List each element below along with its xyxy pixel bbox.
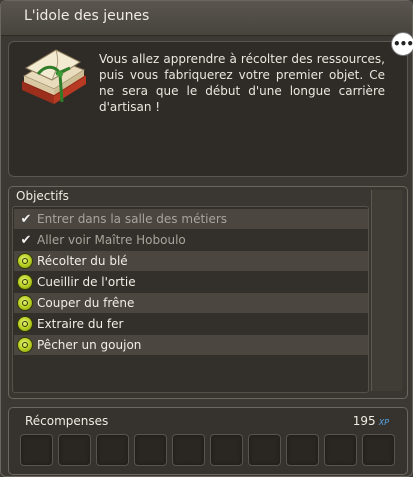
title-bar[interactable]: L'idole des jeunes [1, 1, 412, 36]
objective-label: Aller voir Maître Hoboulo [37, 233, 186, 247]
reward-slot[interactable] [210, 434, 243, 466]
objective-label: Entrer dans la salle des métiers [37, 212, 228, 226]
xp-reward: 195 XP [353, 414, 389, 428]
objective-row[interactable]: Cueillir de l'ortie [14, 272, 368, 292]
reward-slot[interactable] [286, 434, 319, 466]
xp-value: 195 [352, 414, 376, 428]
reward-slot[interactable] [324, 434, 357, 466]
objectives-scrollbar[interactable] [371, 190, 402, 391]
rewards-panel: Récompenses 195 XP [8, 407, 408, 475]
checkmark-icon: ✔ [20, 211, 32, 227]
quest-description-text: Vous allez apprendre à récolter des ress… [99, 52, 385, 114]
objective-label: Récolter du blé [37, 254, 128, 268]
objective-icon [17, 337, 33, 353]
objective-icon [17, 316, 33, 332]
objective-row[interactable]: Extraire du fer [14, 314, 368, 334]
xp-unit: XP [378, 418, 389, 427]
objective-row[interactable]: ✔ Aller voir Maître Hoboulo [14, 230, 368, 250]
objective-row[interactable]: ✔ Entrer dans la salle des métiers [14, 209, 368, 229]
reward-slots [20, 434, 395, 466]
reward-slot[interactable] [134, 434, 167, 466]
reward-slot[interactable] [96, 434, 129, 466]
objective-icon [17, 253, 33, 269]
objective-label: Extraire du fer [37, 317, 124, 331]
reward-slot[interactable] [248, 434, 281, 466]
objective-row[interactable]: Pêcher un goujon [14, 335, 368, 355]
reward-slot[interactable] [20, 434, 53, 466]
objective-icon [17, 274, 33, 290]
chat-button-label: ••• [392, 37, 413, 51]
objective-row[interactable]: Couper du frêne [14, 293, 368, 313]
objectives-list: ✔ Entrer dans la salle des métiers ✔ All… [12, 206, 369, 393]
objectives-panel: Objectifs ✔ Entrer dans la salle des mét… [8, 186, 408, 399]
reward-slot[interactable] [58, 434, 91, 466]
objective-label: Cueillir de l'ortie [37, 275, 136, 289]
objective-icon [17, 295, 33, 311]
rewards-label: Récompenses [25, 414, 109, 428]
objective-row[interactable]: Récolter du blé [14, 251, 368, 271]
reward-slot[interactable] [362, 434, 395, 466]
quest-description-panel: Vous allez apprendre à récolter des ress… [8, 41, 408, 177]
checkmark-icon: ✔ [20, 232, 32, 248]
objective-label: Pêcher un goujon [37, 338, 142, 352]
quest-window: L'idole des jeunes Vous allez apprendre … [0, 0, 413, 477]
objective-label: Couper du frêne [37, 296, 135, 310]
book-icon [20, 49, 88, 104]
reward-slot[interactable] [172, 434, 205, 466]
speech-bubble-icon[interactable]: ••• [391, 32, 413, 56]
window-title: L'idole des jeunes [24, 8, 150, 24]
objectives-header: Objectifs [16, 189, 69, 203]
